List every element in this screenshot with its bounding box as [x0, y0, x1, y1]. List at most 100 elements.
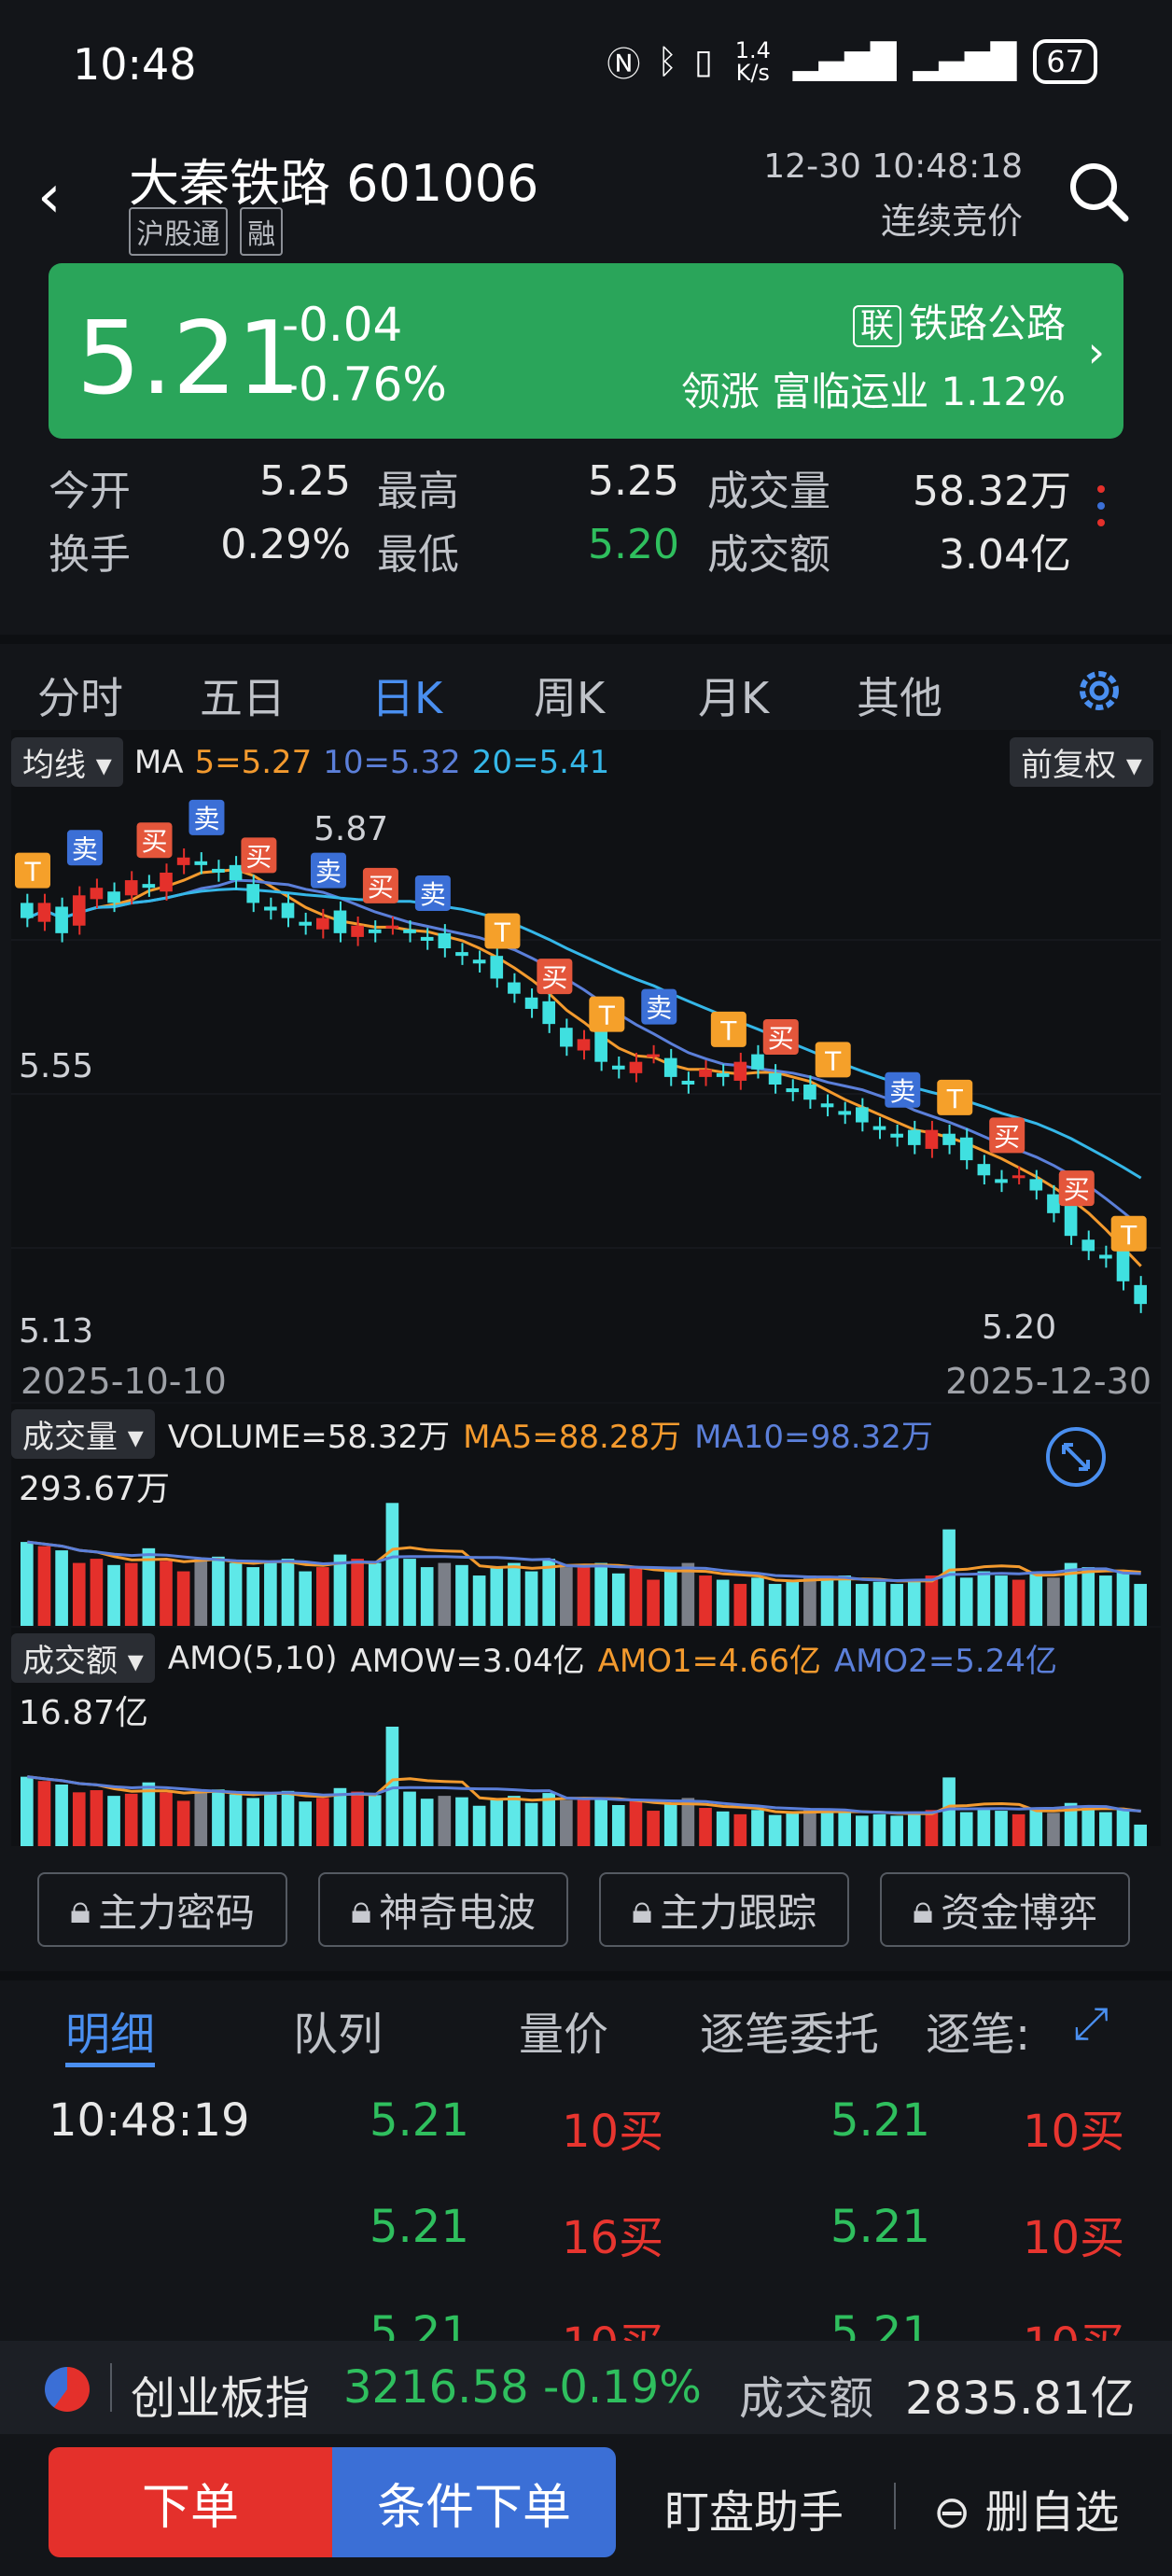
index-amount-label: 成交额 [739, 2373, 874, 2425]
candle [55, 906, 68, 933]
remove-watchlist-button[interactable]: ⊖ 删自选 [933, 2475, 1120, 2541]
candle [751, 1054, 764, 1070]
amount-bar [942, 1777, 956, 1846]
volume-bar [438, 1562, 452, 1626]
volume-bar [611, 1573, 625, 1626]
index-ticker[interactable]: 创业板指 3216.58 -0.19% 成交额 2835.81亿 [0, 2341, 1172, 2434]
volume-bar [160, 1561, 173, 1626]
ma-label: MA [133, 743, 184, 781]
indicator-selector[interactable]: 均线 ▾ [11, 737, 123, 787]
volume-bar [107, 1564, 120, 1626]
candle [542, 1001, 556, 1025]
candle [733, 1061, 747, 1081]
tab-queue[interactable]: 队列 [293, 1997, 383, 2063]
candle [663, 1057, 677, 1077]
amount-bar [385, 1727, 399, 1846]
trade-marker-label: 卖 [420, 879, 446, 910]
detail-tab-underline [65, 2063, 155, 2067]
chevron-right-icon[interactable]: › [1088, 327, 1105, 377]
volume-panel[interactable]: 成交量 ▾ VOLUME=58.32万 MA5=88.28万 MA10=98.3… [11, 1404, 1161, 1626]
trade-marker-label: 买 [768, 1023, 794, 1054]
lock-icon: 🔒︎ [69, 1886, 91, 1932]
amount-bar [90, 1790, 104, 1846]
sector-leader: 领涨 富临运业 1.12% [680, 369, 1066, 414]
back-icon[interactable]: ‹ [37, 162, 62, 231]
tab-order-by-order[interactable]: 逐笔委托 [700, 1997, 879, 2063]
volume-bar [577, 1564, 591, 1626]
stat-value-high: 5.25 [588, 457, 679, 505]
current-price: 5.21 [77, 301, 301, 417]
stat-value-low: 5.20 [588, 521, 679, 568]
volume-selector[interactable]: 成交量 ▾ [11, 1409, 155, 1459]
vibrate-icon: ▯ [693, 42, 713, 81]
stat-value-open: 5.25 [259, 457, 351, 505]
tab-volume-price[interactable]: 量价 [519, 1997, 608, 2063]
amount-bar [995, 1811, 1008, 1846]
sector-info[interactable]: 联铁路公路 领涨 富临运业 1.12% [681, 291, 1066, 425]
trade-volume: 10买 [562, 2106, 664, 2158]
index-change: -0.19% [543, 2361, 702, 2414]
search-icon[interactable] [1066, 159, 1131, 224]
amount-panel[interactable]: 成交额 ▾ AMO(5,10) AMOW=3.04亿 AMO1=4.66亿 AM… [11, 1628, 1161, 1846]
tab-other[interactable]: 其他 [857, 665, 942, 726]
divider [110, 2363, 112, 2412]
volume-bar [1116, 1571, 1130, 1626]
lock-btn-track[interactable]: 🔒︎ 主力跟踪 [599, 1872, 849, 1947]
watch-helper-button[interactable]: 盯盘助手 [664, 2475, 844, 2541]
tab-detail[interactable]: 明细 [65, 1997, 155, 2063]
expand-chart-icon[interactable] [1043, 1424, 1109, 1490]
amount-bar [472, 1805, 486, 1846]
volume-ma5: MA5=88.28万 [463, 1419, 682, 1456]
tab-intraday[interactable]: 分时 [37, 665, 123, 726]
tab-daily-k[interactable]: 日K [371, 665, 442, 726]
volume-bar [716, 1579, 730, 1626]
settings-gear-icon[interactable] [1071, 663, 1127, 719]
amount-bar [524, 1802, 538, 1846]
amount-bar [890, 1815, 903, 1846]
stat-label-high: 最高 [377, 468, 459, 515]
amount-bar [1099, 1812, 1112, 1846]
ma-bar: 均线 ▾ MA 5=5.27 10=5.32 20=5.41 [11, 737, 609, 787]
y-label-low: 5.13 [19, 1312, 94, 1351]
volume-bar [472, 1575, 486, 1626]
lock-btn-main-code[interactable]: 🔒︎ 主力密码 [37, 1872, 287, 1947]
order-button[interactable]: 下单 [49, 2447, 332, 2557]
tab-weekly-k[interactable]: 周K [534, 665, 605, 726]
high-annotation: 5.87 [314, 810, 389, 848]
lock-btn-wave[interactable]: 🔒︎ 神奇电波 [318, 1872, 568, 1947]
tab-monthly-k[interactable]: 月K [698, 665, 769, 726]
quote-card[interactable]: 5.21 -0.04 -0.76% 联铁路公路 领涨 富临运业 1.12% › [49, 263, 1123, 439]
date-axis: 2025-10-10 2025-12-30 [21, 1361, 1151, 1402]
ma5-line [26, 868, 1142, 1267]
condition-order-button[interactable]: 条件下单 [332, 2447, 616, 2557]
amount-bar [246, 1798, 260, 1846]
nfc-icon: Ⓝ [607, 46, 641, 84]
volume-bar [1029, 1571, 1043, 1626]
index-amount: 2835.81亿 [905, 2373, 1136, 2425]
divider [894, 2483, 896, 2529]
candle [21, 903, 34, 918]
amount-selector[interactable]: 成交额 ▾ [11, 1633, 155, 1683]
amount-bar [629, 1800, 643, 1846]
volume-bar [1081, 1567, 1095, 1626]
lock-btn-fund[interactable]: 🔒︎ 资金博弈 [880, 1872, 1130, 1947]
amount-bar [160, 1792, 173, 1846]
premium-tools: 🔒︎ 主力密码 🔒︎ 神奇电波 🔒︎ 主力跟踪 🔒︎ 资金博弈 [0, 1867, 1172, 1951]
candle [176, 857, 190, 865]
y-label-high: 5.55 [19, 1047, 94, 1085]
quote-datetime: 12-30 10:48:18 [763, 147, 1023, 186]
trade-marker-label: 买 [245, 841, 272, 872]
volume-bar [264, 1562, 277, 1626]
volume-bar [629, 1567, 643, 1626]
tab-5day[interactable]: 五日 [200, 665, 286, 726]
kline-chart[interactable]: 均线 ▾ MA 5=5.27 10=5.32 20=5.41 前复权 ▾ T卖买… [11, 730, 1161, 1402]
more-dots-icon[interactable] [1097, 485, 1109, 526]
tab-tick-by-tick[interactable]: 逐笔: [926, 1997, 1030, 2063]
adjust-selector[interactable]: 前复权 ▾ [1010, 737, 1153, 787]
fullscreen-icon[interactable]: ⤢ [1073, 1997, 1109, 2051]
amount-bar [560, 1799, 573, 1846]
trade-price: 5.21 [830, 2307, 930, 2341]
candle [403, 929, 416, 933]
status-icons: Ⓝ ᛒ ▯ 1.4 K/s ▂▄▆█ ▂▄▆█ 67 [607, 37, 1097, 86]
volume-bar [1012, 1579, 1026, 1626]
